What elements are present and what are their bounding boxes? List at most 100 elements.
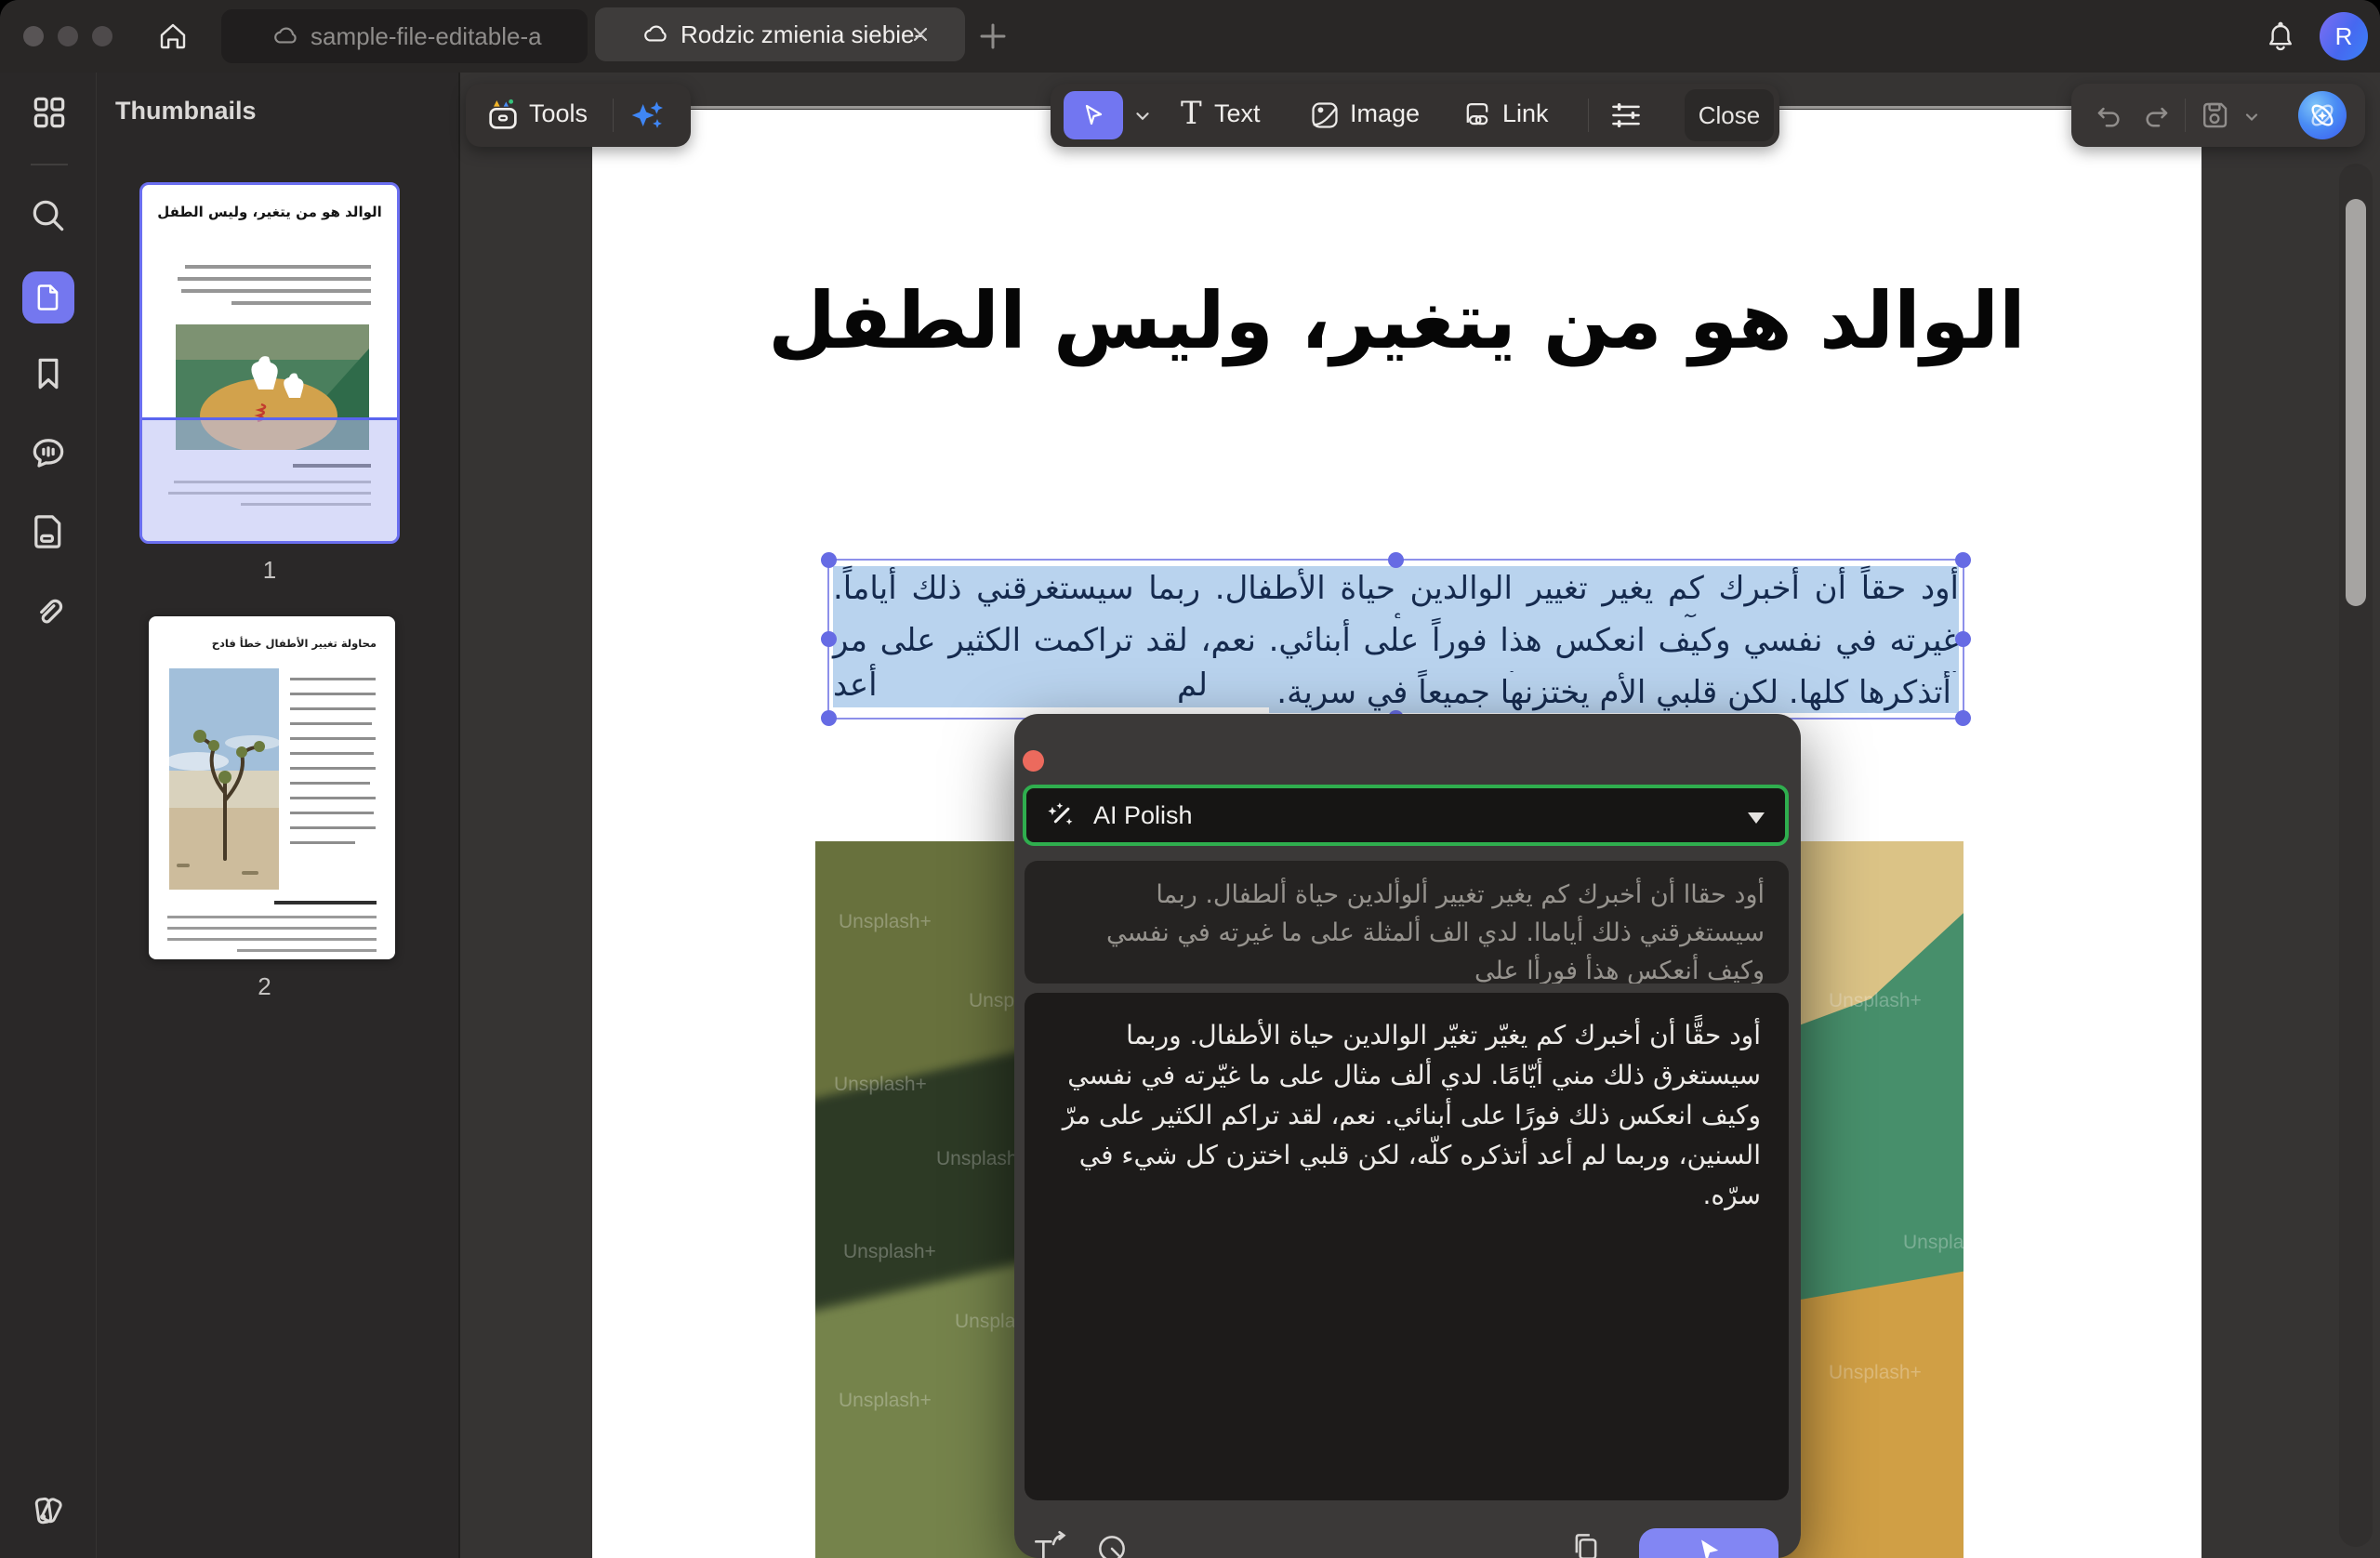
toolbox-icon[interactable] <box>484 97 522 134</box>
watermark: Unsplash+ <box>1829 1362 1922 1384</box>
selected-text-span: أتذكرها كلها. لكن قلبي الأم يختزنها جميع… <box>1269 672 1959 713</box>
panel-edge-divider <box>458 73 460 1558</box>
watermark: Unsplash+ <box>843 1241 936 1263</box>
close-label: Close <box>1699 101 1760 130</box>
close-tab-icon[interactable] <box>909 23 932 46</box>
edit-toolbar-group: T Text Image Link C <box>1051 84 1779 147</box>
selection-handle[interactable] <box>1955 631 1971 647</box>
tab-label: sample-file-editable-a <box>311 22 542 51</box>
page-number-1: 1 <box>139 556 400 585</box>
file-actions-toolbar-group <box>2071 84 2365 147</box>
avatar[interactable]: R <box>2320 12 2368 60</box>
ai-original-text: أود حقاا أن أخبرك كم يغير تغيير ألوألدين… <box>1025 861 1789 984</box>
app-window: sample-file-editable-a Rodzic zmienia si… <box>0 0 2380 1558</box>
scrollbar-thumb[interactable] <box>2346 199 2366 606</box>
ai-mode-label: AI Polish <box>1093 801 1193 830</box>
page-thumbnail-1[interactable]: الوالد هو من يتغير، وليس الطفل <box>139 182 400 544</box>
toolbar-divider <box>2185 99 2186 132</box>
text-line-bar <box>290 767 376 770</box>
watermark: Unsplash+ <box>839 1390 932 1412</box>
tab-sample-file[interactable]: sample-file-editable-a <box>221 9 588 63</box>
thumb2-desert-image <box>169 668 279 890</box>
save-options-chevron-icon[interactable] <box>2242 108 2261 126</box>
selection-handle[interactable] <box>1955 552 1971 568</box>
ai-mode-dropdown[interactable]: AI Polish <box>1023 785 1789 846</box>
tab-rodzic-active[interactable]: Rodzic zmienia siebie- <box>595 7 965 61</box>
text-line-bar <box>290 737 376 740</box>
text-line-bar <box>167 927 377 930</box>
text-tool-button[interactable]: Text <box>1214 99 1261 128</box>
attachments-paperclip-icon[interactable] <box>28 590 69 631</box>
traffic-light-zoom[interactable] <box>92 26 112 46</box>
comments-icon[interactable] <box>28 432 69 473</box>
traffic-light-minimize[interactable] <box>58 26 78 46</box>
tools-toolbar-group: Tools <box>466 84 691 147</box>
ai-sparkles-icon[interactable] <box>629 97 667 134</box>
copy-icon[interactable] <box>1568 1529 1604 1558</box>
toolbar-divider <box>613 99 614 132</box>
page-number-2: 2 <box>141 972 388 1001</box>
ai-assistant-logo[interactable] <box>2298 91 2347 139</box>
rail-separator <box>31 164 68 165</box>
regenerate-icon[interactable] <box>1094 1531 1130 1558</box>
close-edit-mode-button[interactable]: Close <box>1685 89 1774 141</box>
avatar-initial: R <box>2335 22 2353 51</box>
text-line-bar <box>178 277 371 281</box>
watermark: Unsplash+ <box>834 1074 927 1096</box>
link-tool-button[interactable]: Link <box>1502 99 1549 128</box>
selection-handle[interactable] <box>821 710 837 726</box>
thumb2-title: محاولة تغيير الأطفال خطأ فادح <box>212 637 377 650</box>
watermark: Unsplash+ <box>839 911 932 933</box>
dialog-close-button[interactable] <box>1023 750 1044 772</box>
page-edit-icon[interactable] <box>28 511 69 552</box>
select-tool-button-active[interactable] <box>1064 91 1123 139</box>
text-line-bar <box>290 797 376 799</box>
image-tool-button[interactable]: Image <box>1350 99 1420 128</box>
selection-handle[interactable] <box>1388 552 1404 568</box>
text-line-bar <box>290 722 372 725</box>
tools-button[interactable]: Tools <box>529 99 588 128</box>
rail-divider <box>96 73 97 1558</box>
new-tab-icon[interactable] <box>974 18 1012 55</box>
thumb1-viewport-overlay <box>142 417 397 544</box>
image-tool-icon[interactable] <box>1309 99 1341 131</box>
selection-handle[interactable] <box>1955 710 1971 726</box>
text-line-bar <box>290 693 376 695</box>
selection-handle[interactable] <box>821 552 837 568</box>
ai-apply-button[interactable] <box>1639 1528 1778 1558</box>
properties-sliders-icon[interactable] <box>1610 99 1642 131</box>
ai-assistant-dialog: AI Polish أود حقاا أن أخبرك كم يغير تغيي… <box>1014 714 1801 1558</box>
bookmarks-icon[interactable] <box>28 353 69 394</box>
caret-down-icon <box>1748 812 1765 824</box>
watermark: Unsplash+ <box>1903 1232 1964 1254</box>
notifications-bell-icon[interactable] <box>2264 20 2297 54</box>
toolbar-divider <box>1588 99 1589 132</box>
watermark: Unsplash+ <box>1829 990 1922 1012</box>
text-line-bar <box>290 782 370 785</box>
page-thumbnail-2[interactable]: محاولة تغيير الأطفال خطأ فادح <box>149 616 395 959</box>
home-icon[interactable] <box>156 20 190 53</box>
save-icon[interactable] <box>2198 99 2231 132</box>
document-title[interactable]: الوالد هو من يتغير، وليس الطفل <box>685 275 2109 366</box>
replace-text-icon[interactable] <box>1031 1529 1068 1558</box>
text-line-bar <box>290 841 355 844</box>
redo-icon[interactable] <box>2142 100 2174 132</box>
grid-view-icon[interactable] <box>29 92 70 133</box>
ai-polished-text: أود حقًّا أن أخبرك كم يغيّر تغيّر الوالد… <box>1025 993 1789 1237</box>
cloud-icon <box>641 20 669 48</box>
sidebar-item-thumbnails-active[interactable] <box>22 271 74 323</box>
chevron-down-icon[interactable] <box>1132 106 1153 126</box>
text-line-bar <box>290 752 374 755</box>
undo-icon[interactable] <box>2092 100 2123 132</box>
search-icon[interactable] <box>28 195 69 236</box>
text-tool-icon[interactable]: T <box>1181 95 1202 132</box>
link-tool-icon[interactable] <box>1461 99 1493 131</box>
thumbnails-panel-title: Thumbnails <box>115 97 257 125</box>
selection-handle[interactable] <box>821 631 837 647</box>
text-line-bar <box>181 289 371 293</box>
traffic-light-close[interactable] <box>23 26 44 46</box>
appearance-swatches-icon[interactable] <box>28 1488 69 1529</box>
thumb1-title: الوالد هو من يتغير، وليس الطفل <box>142 204 397 220</box>
text-selection-box[interactable]: أود حقاً أن أخبرك كم يغير تغيير الوالدين… <box>827 559 1964 720</box>
titlebar: sample-file-editable-a Rodzic zmienia si… <box>0 0 2380 73</box>
